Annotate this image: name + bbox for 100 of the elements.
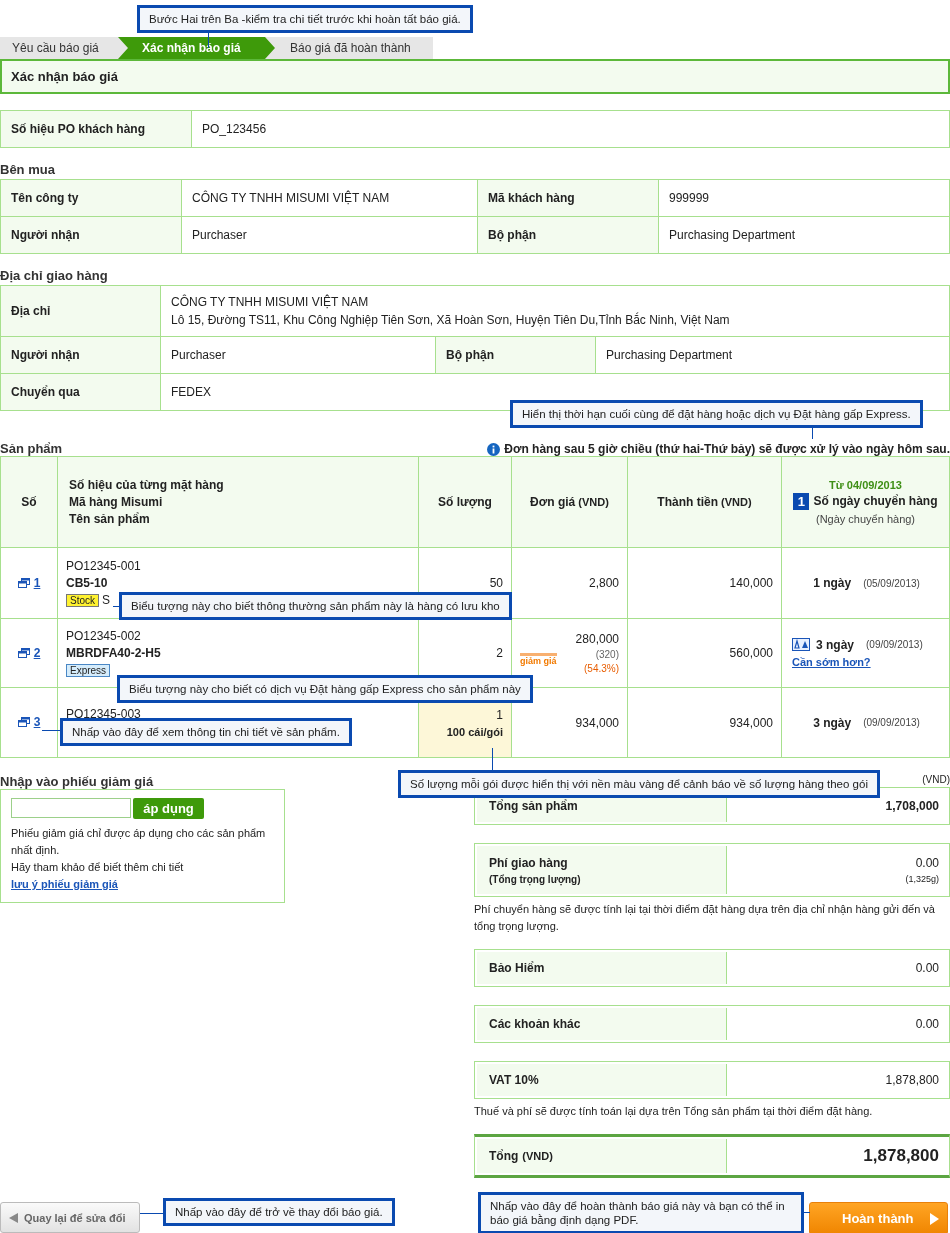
coupon-hint: Hãy tham khảo để biết thêm chi tiết lưu ý phiếu giảm giá: [11, 860, 185, 892]
field-label: Bộ phận: [435, 336, 596, 374]
leader-line: [113, 606, 119, 607]
field-label: Địa chỉ: [0, 285, 161, 337]
faster-link[interactable]: Cần sớm hơn?: [792, 655, 871, 668]
field-label: Số hiệu PO khách hàng: [0, 110, 192, 148]
field-value: 999999: [658, 179, 950, 217]
summary-label: VAT 10%: [489, 1073, 539, 1087]
page-title: Xác nhận báo giá: [11, 69, 118, 84]
delivery-date: (05/09/2013): [863, 577, 920, 589]
unit-price: 934,000: [574, 715, 619, 730]
quantity: 2: [495, 646, 503, 660]
part-number: PO12345-002: [66, 627, 142, 645]
callout-tooltip: Số lượng mỗi gói được hiển thị với nền màu vàng để cảnh báo về số lượng hàng theo gói: [398, 770, 880, 798]
discount-tag: giảm giá: [520, 653, 557, 666]
line-total: 560,000: [728, 646, 773, 660]
delivery-date: (09/09/2013): [863, 717, 920, 728]
summary-label: Phí giao hàng: [489, 855, 568, 870]
callout-tooltip: Bước Hai trên Ba -kiểm tra chi tiết trước khi hoàn tất báo giá.: [137, 5, 473, 33]
callout-tooltip: Biểu tượng này cho biết thông thường sản phẩm này là hàng có lưu kho: [119, 592, 512, 620]
order-cutoff-note: Đơn hàng sau 5 giờ chiều (thứ hai-Thứ bảy) sẽ được xử lý vào ngày hôm sau.: [504, 442, 950, 456]
triangle-left-icon: [9, 1212, 18, 1223]
summary-subvalue: (1,325g): [905, 874, 939, 884]
delivery-days: 3 ngày: [813, 715, 852, 730]
leader-line: [208, 30, 209, 48]
quantity: 50: [488, 576, 503, 590]
item-link[interactable]: 3: [17, 715, 41, 729]
column-header: Số ngày chuyển hàng: [813, 493, 938, 510]
delivery-days: 1 ngày: [813, 576, 852, 590]
part-number: PO12345-001: [66, 557, 142, 575]
section-heading: Sản phẩm: [0, 441, 63, 456]
apply-button[interactable]: áp dụng: [133, 798, 204, 819]
date-range: Từ 04/09/2013: [828, 479, 903, 491]
callout-tooltip: Biểu tượng này cho biết có dịch vụ Đặt hàng gấp Express cho sản phẩm này: [117, 675, 533, 703]
section-heading: Bên mua: [0, 162, 56, 177]
summary-value: 0.00: [915, 856, 939, 870]
item-link[interactable]: 2: [17, 645, 41, 660]
line-total: 140,000: [728, 576, 773, 590]
leader-line: [803, 1212, 810, 1213]
coupon-field[interactable]: [11, 798, 131, 818]
step-tab[interactable]: Yêu cầu báo giá: [0, 37, 120, 59]
express-tag: Express: [66, 663, 111, 677]
unit-label: (VND): [522, 1150, 553, 1162]
stock-tag: Stock: [66, 593, 99, 607]
discount-percent: (54.3%): [583, 663, 619, 674]
address-line: CÔNG TY TNHH MISUMI VIỆT NAM: [171, 293, 370, 311]
step-tab[interactable]: Báo giá đã hoàn thành: [273, 37, 433, 59]
number-badge: 1: [793, 493, 810, 510]
summary-value: 1,878,800: [885, 1073, 939, 1087]
summary-label: Tổng: [489, 1149, 519, 1163]
back-button[interactable]: Quay lại để sửa đổi: [0, 1202, 140, 1233]
step-tab[interactable]: Xác nhận báo giá: [118, 37, 275, 59]
field-label: Tên công ty: [0, 179, 182, 217]
window-icon: [17, 577, 30, 588]
field-value: CÔNG TY TNHH MISUMI VIỆT NAM: [181, 179, 478, 217]
summary-sublabel: (Tổng trọng lượng): [489, 873, 582, 885]
coupon-note: Phiếu giảm giá chỉ được áp dụng cho các sản phẩm nhất định.: [11, 826, 267, 858]
window-icon: [17, 717, 30, 727]
original-price: (320): [594, 649, 619, 660]
leader-line: [492, 748, 493, 770]
callout-tooltip: Nhấp vào đây để xem thông tin chi tiết về sản phẩm.: [60, 718, 352, 746]
unit-price: 280,000: [575, 632, 619, 646]
field-value: Purchasing Department: [658, 216, 950, 254]
summary-value: 0.00: [915, 1017, 939, 1031]
field-value: PO_123456: [191, 110, 950, 148]
leader-line: [140, 1213, 163, 1214]
column-header: Số lượng: [437, 493, 493, 511]
field-label: Bộ phận: [477, 216, 659, 254]
summary-note: Phí chuyển hàng sẽ được tính lại tại thời điểm đặt hàng dựa trên địa chỉ nhận hàng gửi đến và tổng trọng lượng.: [474, 902, 936, 934]
delivery-date: (09/09/2013): [866, 639, 923, 650]
pack-size: 100 cái/gói: [445, 725, 503, 738]
callout-tooltip: Nhấp vào đây để trở về thay đổi báo giá.: [163, 1198, 395, 1226]
field-label: Chuyển qua: [0, 373, 161, 411]
column-header: Thành tiền: [657, 494, 719, 509]
leader-line: [42, 730, 60, 731]
column-header: Mã hàng Misumi: [69, 493, 164, 511]
section-heading: Nhập vào phiếu giảm giá: [0, 774, 155, 788]
coupon-link[interactable]: lưu ý phiếu giảm giá: [11, 878, 118, 890]
section-heading: Địa chỉ giao hàng: [0, 268, 109, 283]
quantity: 1: [495, 707, 503, 722]
unit-label: (VND): [720, 495, 752, 508]
field-value: Purchaser: [160, 336, 436, 374]
field-value: Purchasing Department: [595, 336, 950, 374]
field-label: Người nhận: [0, 216, 182, 254]
product-code: CB5-10: [66, 574, 109, 592]
leader-line: [812, 426, 813, 439]
info-icon: [487, 442, 501, 456]
express-icon: [792, 638, 810, 651]
summary-label: Bảo Hiểm: [489, 961, 545, 975]
column-subheader: (Ngày chuyển hàng): [814, 513, 917, 525]
column-header: Số: [20, 493, 38, 511]
field-label: Mã khách hàng: [477, 179, 659, 217]
column-header: Số hiệu của từng mặt hàng: [69, 476, 225, 494]
field-label: Người nhận: [0, 336, 161, 374]
summary-note: Thuế và phí sẽ được tính toán lại dựa trên Tổng sản phẩm tại thời điểm đặt hàng.: [474, 1104, 874, 1119]
unit-price: 2,800: [587, 576, 619, 590]
summary-label: Tổng sản phẩm: [489, 799, 578, 813]
item-link[interactable]: 1: [17, 575, 41, 590]
address-line: Lô 15, Đường TS11, Khu Công Nghiệp Tiên Sơn, Xã Hoàn Sơn, Huyện Tiên Du,Tỉnh Bắc Ninh, Việt Nam: [171, 311, 731, 329]
callout-tooltip: Hiển thị thời hạn cuối cùng để đặt hàng hoặc dịch vụ Đặt hàng gấp Express.: [510, 400, 923, 428]
